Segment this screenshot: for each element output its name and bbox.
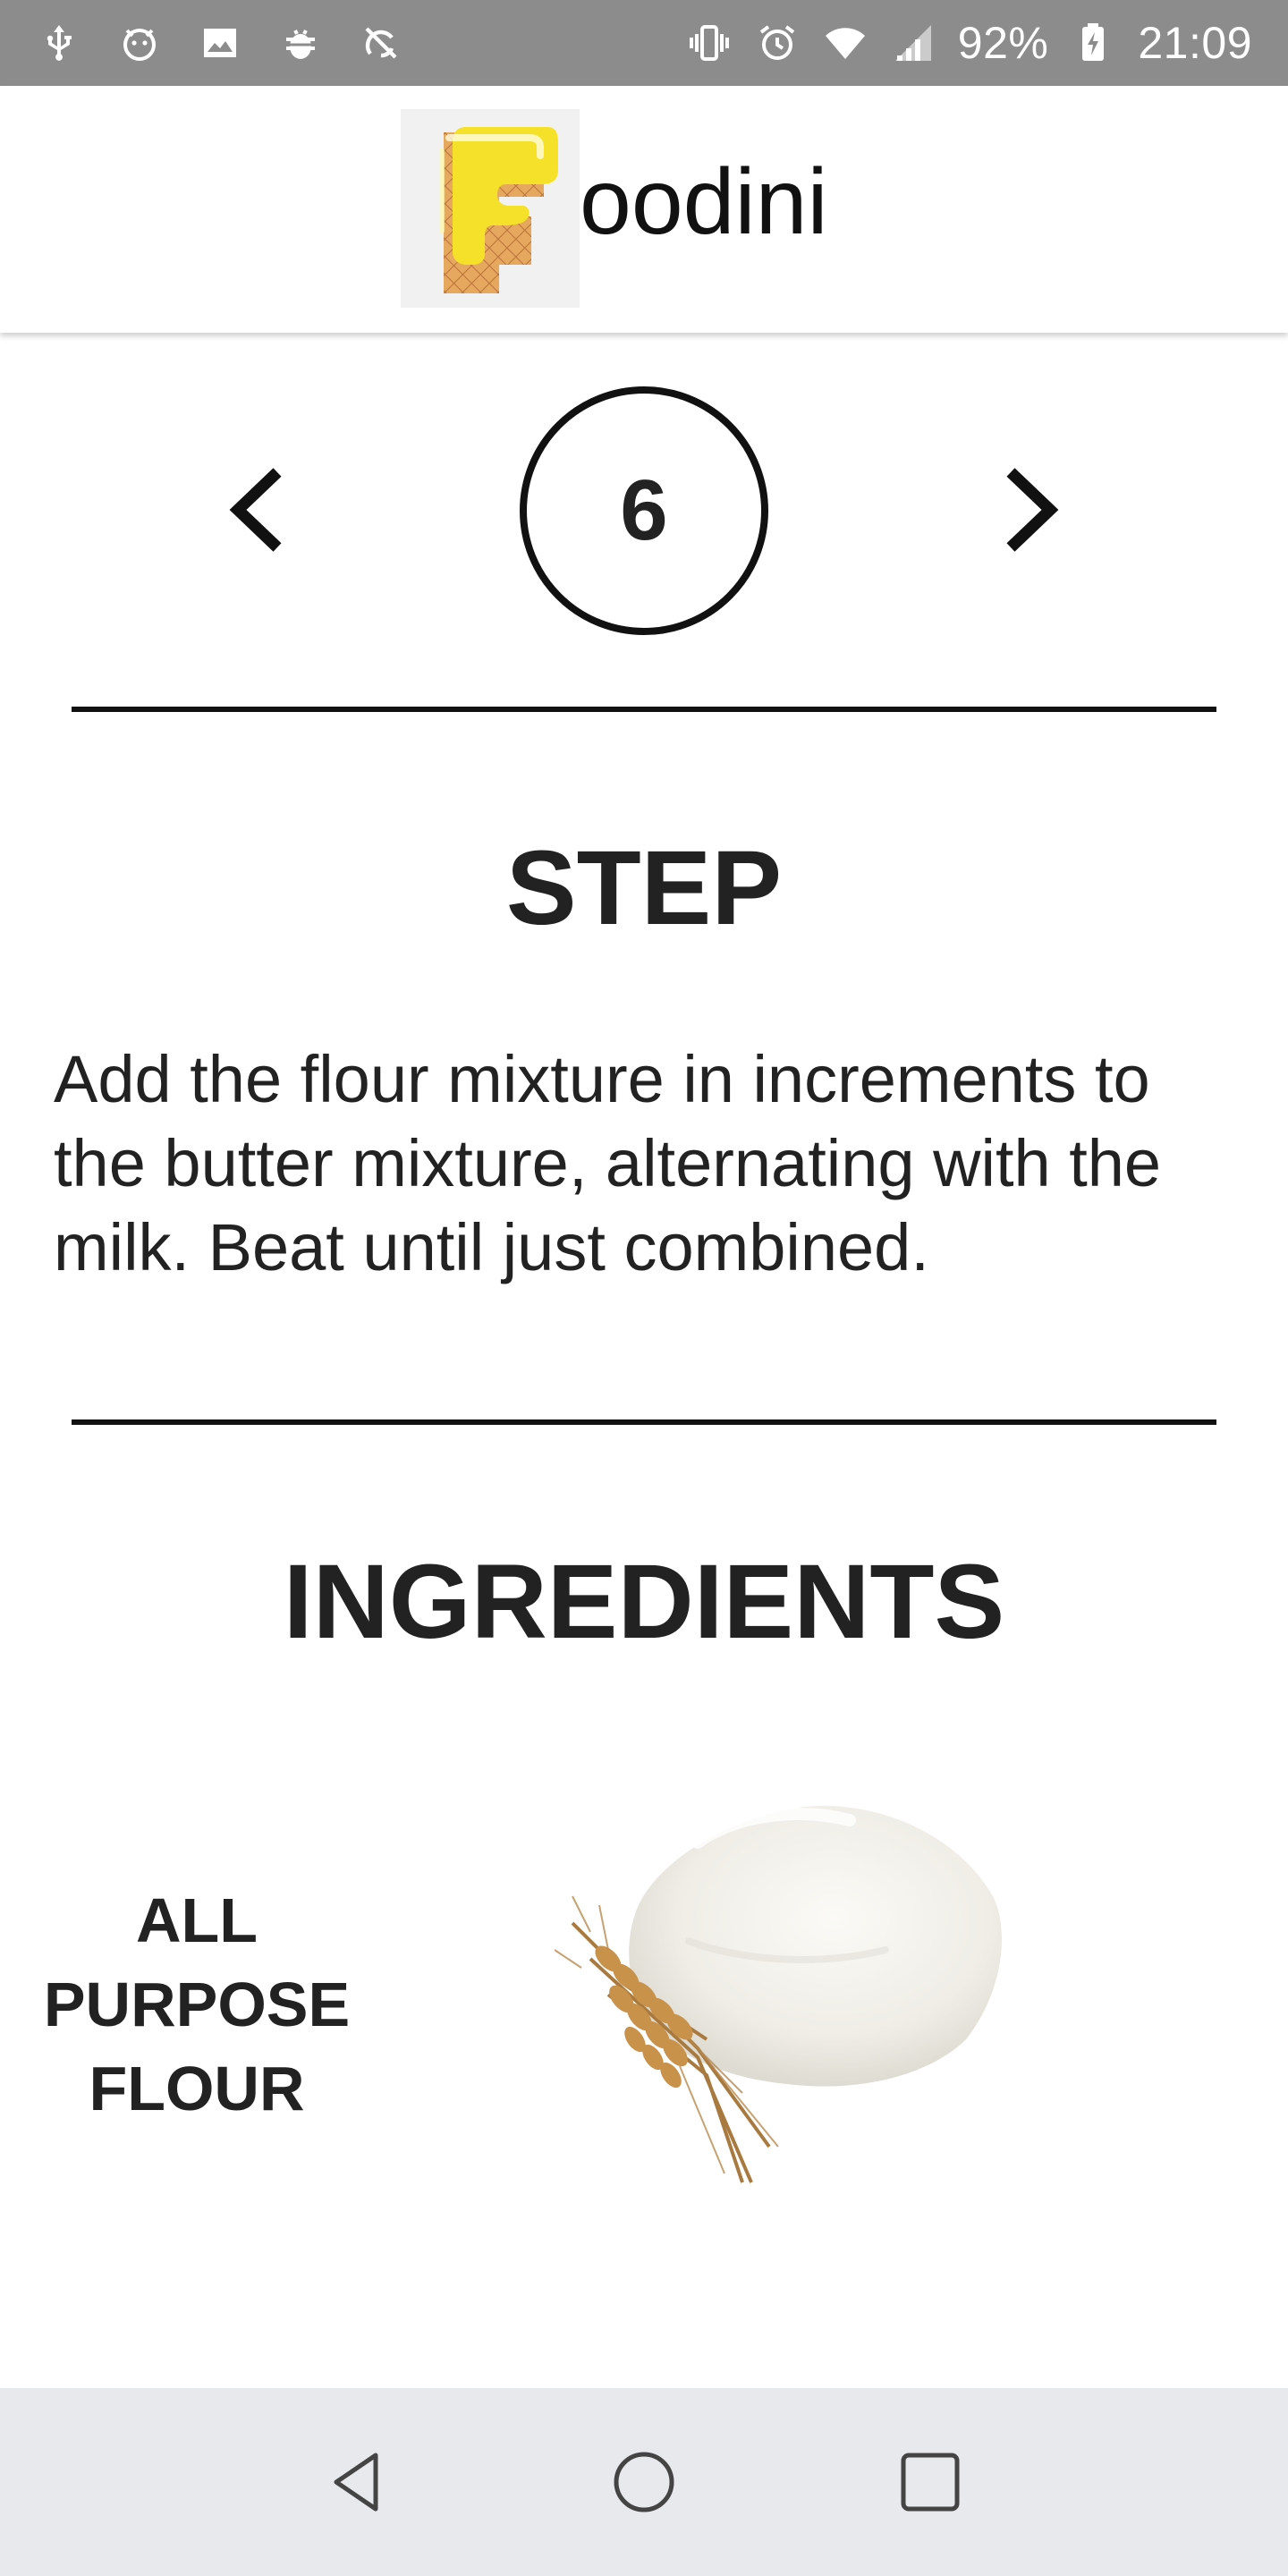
bug-icon (277, 20, 324, 66)
status-left-icons (36, 20, 404, 66)
wifi-icon (822, 20, 869, 66)
foodini-logo-f-icon (401, 109, 580, 308)
home-button[interactable] (599, 2437, 689, 2527)
image-icon (197, 20, 243, 66)
usb-icon (36, 20, 82, 66)
status-bar: 92% 21:09 (0, 0, 1288, 86)
back-button[interactable] (313, 2437, 402, 2527)
system-nav-bar (0, 2388, 1288, 2576)
back-icon (334, 2453, 378, 2512)
divider (72, 707, 1216, 712)
home-icon (614, 2452, 674, 2512)
alarm-icon (754, 20, 801, 66)
clock-time: 21:09 (1138, 18, 1252, 68)
sync-off-icon (358, 20, 404, 66)
signal-icon (890, 20, 936, 66)
battery-charging-icon (1070, 20, 1116, 66)
ingredient-item: ALL PURPOSE FLOUR (0, 1780, 1288, 2263)
chevron-left-icon (229, 468, 282, 552)
vibrate-icon (686, 20, 733, 66)
battery-percent: 92% (957, 18, 1049, 68)
recents-icon (901, 2453, 960, 2512)
current-step-indicator: 6 (520, 386, 768, 635)
ingredient-name: ALL PURPOSE FLOUR (43, 1885, 351, 2123)
chevron-right-icon (1006, 468, 1059, 552)
status-right-icons: 92% 21:09 (686, 17, 1252, 69)
android-face-icon (116, 20, 163, 66)
next-step-button[interactable] (977, 456, 1084, 564)
flour-wheat-image (555, 1805, 1002, 2183)
app-bar: oodini (0, 86, 1288, 333)
step-heading: STEP (505, 829, 783, 947)
recents-button[interactable] (886, 2437, 975, 2527)
previous-step-button[interactable] (204, 456, 311, 564)
divider (72, 1419, 1216, 1425)
app-title: oodini (580, 150, 828, 254)
step-instruction-text: Add the flour mixture in increments to t… (54, 1042, 1162, 1284)
ingredients-heading: INGREDIENTS (283, 1543, 1005, 1661)
